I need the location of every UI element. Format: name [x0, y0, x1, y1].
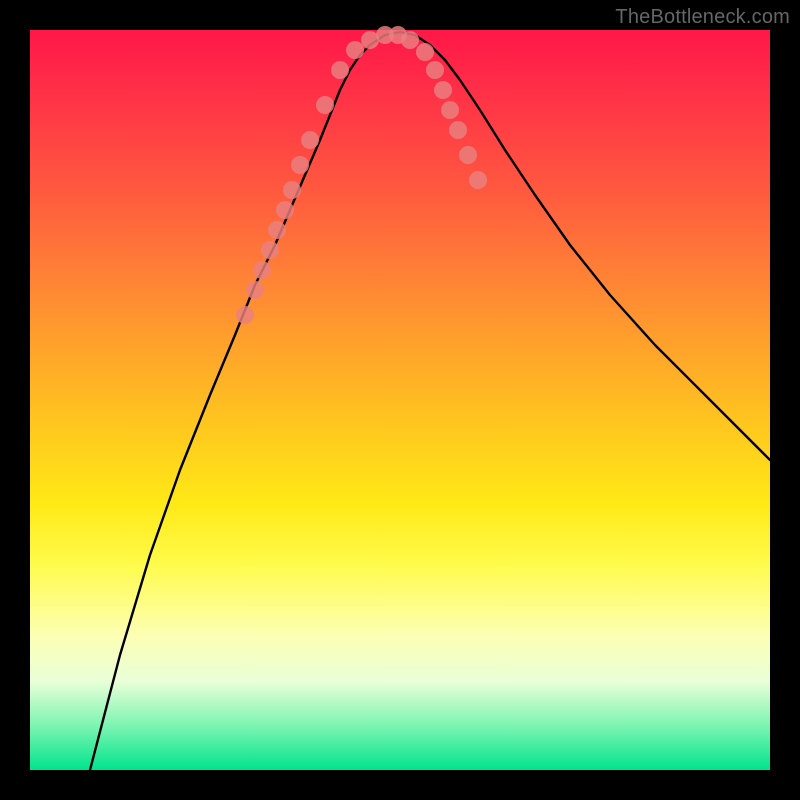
chart-svg — [30, 30, 770, 770]
curve-marker — [426, 61, 444, 79]
curve-marker — [316, 96, 334, 114]
curve-marker — [346, 41, 364, 59]
curve-markers — [236, 26, 487, 324]
curve-marker — [416, 43, 434, 61]
curve-marker — [434, 81, 452, 99]
curve-marker — [441, 101, 459, 119]
curve-marker — [459, 146, 477, 164]
curve-marker — [236, 306, 254, 324]
curve-marker — [261, 241, 279, 259]
curve-marker — [301, 131, 319, 149]
curve-marker — [246, 281, 264, 299]
curve-marker — [331, 61, 349, 79]
curve-marker — [283, 181, 301, 199]
bottleneck-curve — [90, 32, 770, 770]
chart-frame — [30, 30, 770, 770]
curve-marker — [469, 171, 487, 189]
curve-marker — [291, 156, 309, 174]
curve-marker — [268, 221, 286, 239]
curve-marker — [449, 121, 467, 139]
curve-marker — [253, 261, 271, 279]
watermark-text: TheBottleneck.com — [615, 6, 790, 29]
curve-marker — [401, 31, 419, 49]
curve-marker — [276, 201, 294, 219]
